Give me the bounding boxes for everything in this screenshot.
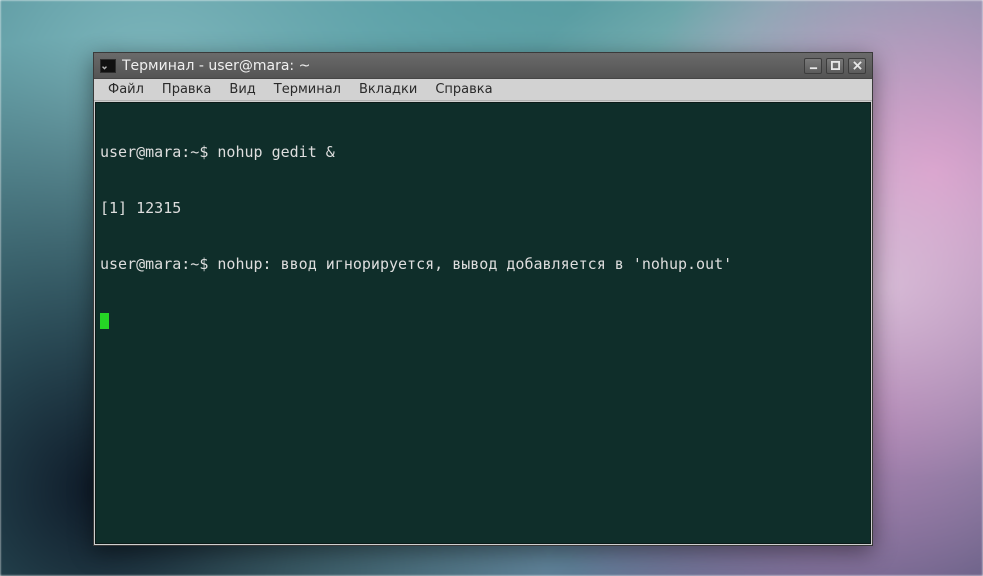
close-icon: [853, 61, 862, 70]
menu-edit[interactable]: Правка: [154, 80, 219, 99]
menu-file[interactable]: Файл: [100, 80, 152, 99]
window-controls: [804, 58, 872, 74]
menu-help[interactable]: Справка: [427, 80, 500, 99]
window-title: Терминал - user@mara: ~: [122, 58, 804, 74]
minimize-button[interactable]: [804, 58, 822, 74]
menu-tabs[interactable]: Вкладки: [351, 80, 425, 99]
maximize-button[interactable]: [826, 58, 844, 74]
terminal-app-icon: [100, 59, 116, 73]
terminal-cursor-line: [100, 311, 866, 330]
terminal-line: user@mara:~$ nohup gedit &: [100, 143, 866, 162]
cursor-icon: [100, 313, 109, 329]
menu-terminal[interactable]: Терминал: [266, 80, 349, 99]
menubar: Файл Правка Вид Терминал Вкладки Справка: [94, 79, 872, 101]
terminal-line: user@mara:~$ nohup: ввод игнорируется, в…: [100, 255, 866, 274]
terminal-line: [1] 12315: [100, 199, 866, 218]
maximize-icon: [831, 61, 840, 70]
minimize-icon: [809, 61, 818, 70]
terminal-window: Терминал - user@mara: ~ Файл Правка Вид …: [93, 52, 873, 546]
close-button[interactable]: [848, 58, 866, 74]
menu-view[interactable]: Вид: [221, 80, 263, 99]
titlebar[interactable]: Терминал - user@mara: ~: [94, 53, 872, 79]
terminal-output-area[interactable]: user@mara:~$ nohup gedit & [1] 12315 use…: [95, 102, 871, 544]
